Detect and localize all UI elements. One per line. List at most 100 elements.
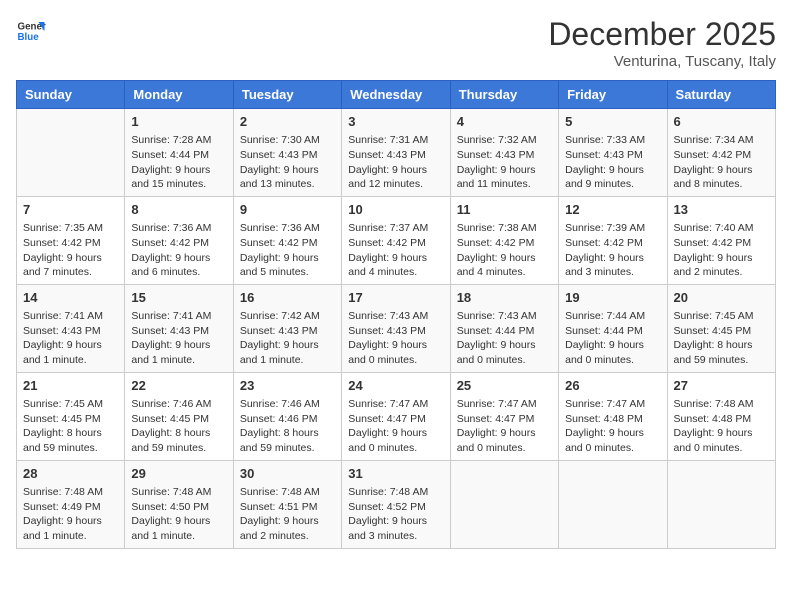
day-number: 3 [348,113,443,131]
day-number: 28 [23,465,118,483]
calendar-cell: 10 Sunrise: 7:37 AMSunset: 4:42 PMDayligh… [342,196,450,284]
day-info: Sunrise: 7:33 AMSunset: 4:43 PMDaylight:… [565,133,660,192]
day-info: Sunrise: 7:48 AMSunset: 4:52 PMDaylight:… [348,485,443,544]
day-number: 15 [131,289,226,307]
calendar-cell: 27 Sunrise: 7:48 AMSunset: 4:48 PMDayligh… [667,372,775,460]
calendar-table: SundayMondayTuesdayWednesdayThursdayFrid… [16,80,776,549]
day-number: 5 [565,113,660,131]
day-number: 18 [457,289,552,307]
day-number: 21 [23,377,118,395]
weekday-header-wednesday: Wednesday [342,81,450,109]
day-number: 16 [240,289,335,307]
calendar-cell [17,109,125,197]
calendar-cell: 26Sunrise: 7:47 AMSunset: 4:48 PMDayligh… [559,372,667,460]
day-info: Sunrise: 7:32 AMSunset: 4:43 PMDaylight:… [457,133,552,192]
logo: General Blue General Blue [16,16,46,46]
calendar-cell: 20 Sunrise: 7:45 AMSunset: 4:45 PMDayligh… [667,284,775,372]
day-info: Sunrise: 7:43 AMSunset: 4:44 PMDaylight:… [457,309,552,368]
day-number: 29 [131,465,226,483]
day-number: 6 [674,113,769,131]
title-block: December 2025 Venturina, Tuscany, Italy [548,16,776,70]
day-info: Sunrise: 7:41 AMSunset: 4:43 PMDaylight:… [131,309,226,368]
calendar-cell [667,460,775,548]
day-info: Sunrise: 7:37 AMSunset: 4:42 PMDaylight:… [348,221,443,280]
day-number: 17 [348,289,443,307]
month-title: December 2025 [548,16,776,53]
day-number: 30 [240,465,335,483]
calendar-week-1: 1Sunrise: 7:28 AMSunset: 4:44 PMDaylight… [17,109,776,197]
day-number: 4 [457,113,552,131]
day-info: Sunrise: 7:48 AMSunset: 4:51 PMDaylight:… [240,485,335,544]
weekday-header-row: SundayMondayTuesdayWednesdayThursdayFrid… [17,81,776,109]
day-info: Sunrise: 7:38 AMSunset: 4:42 PMDaylight:… [457,221,552,280]
calendar-week-3: 14Sunrise: 7:41 AMSunset: 4:43 PMDayligh… [17,284,776,372]
day-number: 25 [457,377,552,395]
calendar-cell: 22Sunrise: 7:46 AMSunset: 4:45 PMDayligh… [125,372,233,460]
calendar-cell: 1Sunrise: 7:28 AMSunset: 4:44 PMDaylight… [125,109,233,197]
day-number: 20 [674,289,769,307]
calendar-cell: 12Sunrise: 7:39 AMSunset: 4:42 PMDayligh… [559,196,667,284]
day-info: Sunrise: 7:40 AMSunset: 4:42 PMDaylight:… [674,221,769,280]
day-info: Sunrise: 7:31 AMSunset: 4:43 PMDaylight:… [348,133,443,192]
calendar-cell: 17 Sunrise: 7:43 AMSunset: 4:43 PMDayligh… [342,284,450,372]
calendar-cell: 29 Sunrise: 7:48 AMSunset: 4:50 PMDayligh… [125,460,233,548]
day-number: 8 [131,201,226,219]
day-info: Sunrise: 7:47 AMSunset: 4:47 PMDaylight:… [457,397,552,456]
day-info: Sunrise: 7:43 AMSunset: 4:43 PMDaylight:… [348,309,443,368]
calendar-cell: 31 Sunrise: 7:48 AMSunset: 4:52 PMDayligh… [342,460,450,548]
svg-text:Blue: Blue [18,32,40,43]
day-number: 13 [674,201,769,219]
day-number: 27 [674,377,769,395]
weekday-header-sunday: Sunday [17,81,125,109]
weekday-header-friday: Friday [559,81,667,109]
day-info: Sunrise: 7:46 AMSunset: 4:45 PMDaylight:… [131,397,226,456]
day-number: 2 [240,113,335,131]
day-number: 9 [240,201,335,219]
day-number: 11 [457,201,552,219]
day-info: Sunrise: 7:47 AMSunset: 4:47 PMDaylight:… [348,397,443,456]
calendar-cell: 28Sunrise: 7:48 AMSunset: 4:49 PMDayligh… [17,460,125,548]
calendar-cell: 14Sunrise: 7:41 AMSunset: 4:43 PMDayligh… [17,284,125,372]
weekday-header-tuesday: Tuesday [233,81,341,109]
day-number: 31 [348,465,443,483]
calendar-cell: 23Sunrise: 7:46 AMSunset: 4:46 PMDayligh… [233,372,341,460]
day-info: Sunrise: 7:44 AMSunset: 4:44 PMDaylight:… [565,309,660,368]
calendar-week-4: 21 Sunrise: 7:45 AMSunset: 4:45 PMDayligh… [17,372,776,460]
page-header: General Blue General Blue December 2025 … [16,16,776,70]
calendar-cell: 5 Sunrise: 7:33 AMSunset: 4:43 PMDaylight… [559,109,667,197]
calendar-cell: 25 Sunrise: 7:47 AMSunset: 4:47 PMDayligh… [450,372,558,460]
calendar-cell [559,460,667,548]
logo-icon: General Blue [16,16,46,46]
calendar-cell: 18 Sunrise: 7:43 AMSunset: 4:44 PMDayligh… [450,284,558,372]
day-info: Sunrise: 7:41 AMSunset: 4:43 PMDaylight:… [23,309,118,368]
day-info: Sunrise: 7:39 AMSunset: 4:42 PMDaylight:… [565,221,660,280]
calendar-cell: 9Sunrise: 7:36 AMSunset: 4:42 PMDaylight… [233,196,341,284]
day-info: Sunrise: 7:36 AMSunset: 4:42 PMDaylight:… [131,221,226,280]
day-info: Sunrise: 7:34 AMSunset: 4:42 PMDaylight:… [674,133,769,192]
weekday-header-thursday: Thursday [450,81,558,109]
day-info: Sunrise: 7:42 AMSunset: 4:43 PMDaylight:… [240,309,335,368]
day-info: Sunrise: 7:35 AMSunset: 4:42 PMDaylight:… [23,221,118,280]
calendar-cell: 13 Sunrise: 7:40 AMSunset: 4:42 PMDayligh… [667,196,775,284]
calendar-cell: 3 Sunrise: 7:31 AMSunset: 4:43 PMDaylight… [342,109,450,197]
day-info: Sunrise: 7:45 AMSunset: 4:45 PMDaylight:… [674,309,769,368]
day-number: 7 [23,201,118,219]
weekday-header-monday: Monday [125,81,233,109]
day-number: 10 [348,201,443,219]
day-number: 23 [240,377,335,395]
calendar-week-5: 28Sunrise: 7:48 AMSunset: 4:49 PMDayligh… [17,460,776,548]
day-info: Sunrise: 7:45 AMSunset: 4:45 PMDaylight:… [23,397,118,456]
day-number: 19 [565,289,660,307]
calendar-cell [450,460,558,548]
calendar-cell: 4 Sunrise: 7:32 AMSunset: 4:43 PMDaylight… [450,109,558,197]
day-info: Sunrise: 7:30 AMSunset: 4:43 PMDaylight:… [240,133,335,192]
calendar-cell: 6 Sunrise: 7:34 AMSunset: 4:42 PMDaylight… [667,109,775,197]
day-info: Sunrise: 7:48 AMSunset: 4:48 PMDaylight:… [674,397,769,456]
location-subtitle: Venturina, Tuscany, Italy [548,53,776,70]
calendar-week-2: 7 Sunrise: 7:35 AMSunset: 4:42 PMDaylight… [17,196,776,284]
calendar-cell: 15 Sunrise: 7:41 AMSunset: 4:43 PMDayligh… [125,284,233,372]
day-info: Sunrise: 7:48 AMSunset: 4:50 PMDaylight:… [131,485,226,544]
day-info: Sunrise: 7:28 AMSunset: 4:44 PMDaylight:… [131,133,226,192]
calendar-cell: 2 Sunrise: 7:30 AMSunset: 4:43 PMDaylight… [233,109,341,197]
day-number: 24 [348,377,443,395]
